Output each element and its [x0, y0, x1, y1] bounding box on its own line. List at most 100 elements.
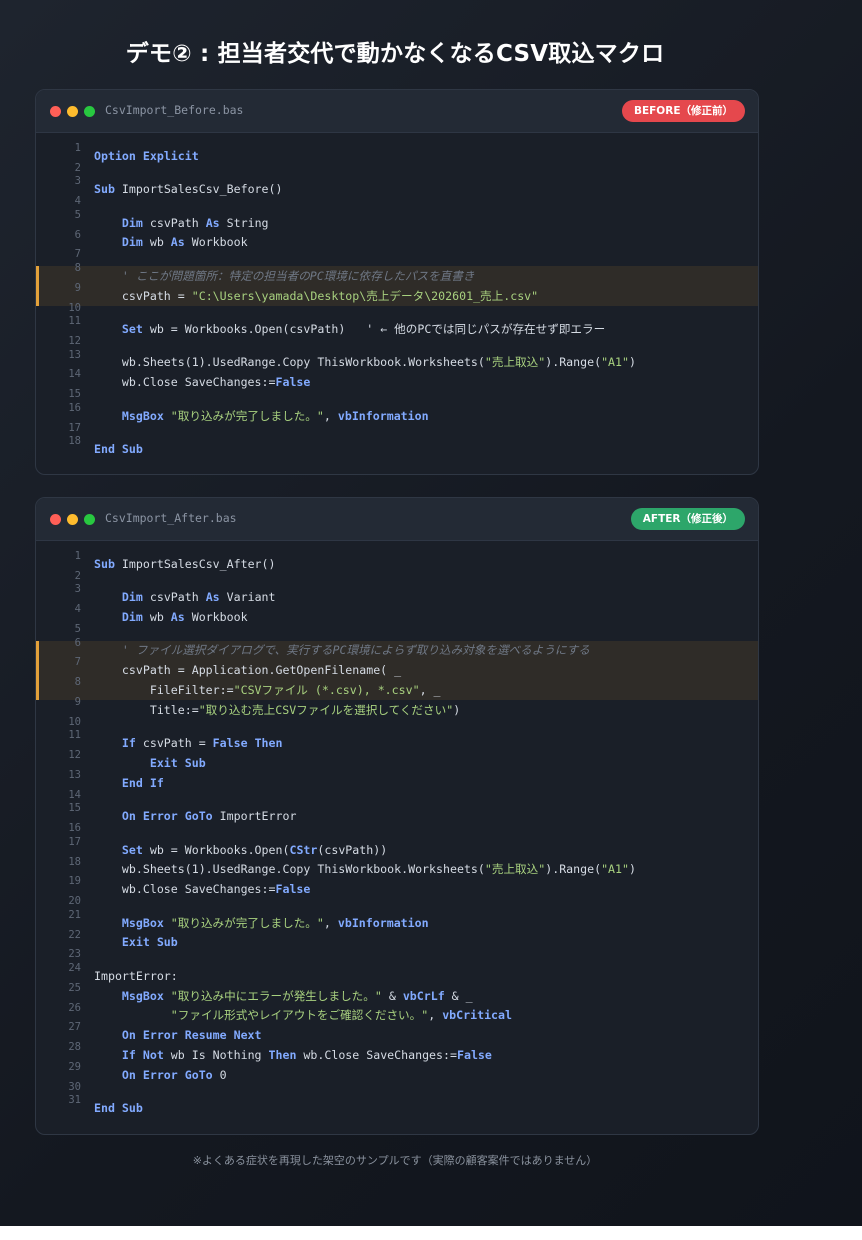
code-token: wb.Sheets(1).UsedRange.Copy ThisWorkbook… — [94, 355, 485, 370]
code-line: 2 — [36, 570, 758, 588]
keyword-token: False — [456, 1047, 492, 1062]
keyword-token: vbCrLf — [402, 988, 445, 1003]
code-token: wb — [142, 235, 171, 250]
string-token: "売上取込" — [484, 862, 546, 877]
line-number: 20 — [68, 895, 81, 908]
line-number: 29 — [68, 1060, 81, 1073]
code-token: & — [381, 988, 403, 1003]
line-number: 8 — [74, 676, 81, 689]
line-number: 31 — [68, 1094, 81, 1107]
code-text: wb.Close SaveChanges:=False — [94, 882, 310, 896]
string-token: "C:\Users\yamada\Desktop\売上データ\202601_売上… — [191, 288, 539, 303]
line-number: 4 — [74, 195, 81, 208]
code-token: ) — [629, 862, 636, 877]
line-number: 4 — [74, 603, 81, 616]
code-line: 12 — [36, 335, 758, 353]
code-text: Set wb = Workbooks.Open(CStr(csvPath)) — [94, 843, 387, 857]
line-number: 5 — [74, 208, 81, 221]
code-token: ImportError: — [94, 968, 178, 983]
keyword-token: Dim — [121, 215, 143, 230]
code-text: On Error GoTo 0 — [94, 1068, 227, 1082]
code-line: 14 — [36, 789, 758, 807]
code-line: 15 — [36, 388, 758, 406]
code-line: 5 — [36, 623, 758, 641]
line-number: 12 — [68, 749, 81, 762]
code-line: 1 Sub ImportSalesCsv_After() — [36, 550, 758, 574]
code-text: MsgBox "取り込みが完了しました。", vbInformation — [94, 915, 429, 931]
keyword-token: False — [212, 736, 248, 751]
keyword-token: Set — [121, 842, 143, 857]
line-number: 2 — [74, 161, 81, 174]
line-number: 10 — [68, 715, 81, 728]
code-text: On Error Resume Next — [94, 1028, 262, 1042]
code-token: Variant — [219, 590, 276, 605]
code-line: 2 — [36, 162, 758, 180]
before-badge: BEFORE（修正前） — [621, 100, 745, 122]
keyword-token: As — [170, 610, 185, 625]
keyword-token: Sub — [94, 182, 115, 197]
line-number: 11 — [68, 315, 81, 328]
close-dot-icon[interactable] — [50, 514, 61, 525]
after-badge: AFTER（修正後） — [630, 508, 745, 530]
keyword-token: As — [205, 215, 220, 230]
code-line: 10 — [36, 302, 758, 320]
line-number: 30 — [68, 1080, 81, 1093]
code-token: ImportSalesCsv_Before() — [114, 182, 283, 197]
code-text: End If — [94, 776, 164, 790]
keyword-token: On Error Resume Next — [121, 1028, 262, 1043]
code-line: 4 Dim wb As Workbook — [36, 603, 758, 627]
code-token: ) — [453, 702, 461, 717]
code-line: 17 Set wb = Workbooks.Open(CStr(csvPath)… — [36, 836, 758, 860]
code-line: 1 Option Explicit — [36, 142, 758, 166]
maximize-dot-icon[interactable] — [84, 106, 95, 117]
code-text: csvPath = "C:\Users\yamada\Desktop\売上データ… — [94, 288, 538, 304]
keyword-token: MsgBox — [121, 988, 164, 1003]
code-token: wb = Workbooks.Open( — [142, 842, 290, 857]
line-number: 28 — [68, 1041, 81, 1054]
code-line: 16 — [36, 822, 758, 840]
code-token: csvPath — [142, 590, 206, 605]
code-line: 16 MsgBox "取り込みが完了しました。", vbInformation — [36, 402, 758, 426]
string-token: "A1" — [601, 862, 629, 877]
minimize-dot-icon[interactable] — [67, 106, 78, 117]
code-text: MsgBox "取り込み中にエラーが発生しました。" & vbCrLf & _ — [94, 988, 473, 1004]
code-line: 18 wb.Sheets(1).UsedRange.Copy ThisWorkb… — [36, 856, 758, 880]
code-token: Workbook — [184, 235, 248, 250]
line-number: 5 — [74, 622, 81, 635]
code-token: , — [323, 915, 338, 930]
line-number: 3 — [74, 175, 81, 188]
code-line: 8 FileFilter:="CSVファイル (*.csv), *.csv", … — [36, 676, 758, 700]
code-token: (csvPath)) — [317, 842, 388, 857]
code-text: Option Explicit — [94, 149, 199, 163]
code-line: 19 wb.Close SaveChanges:=False — [36, 875, 758, 899]
minimize-dot-icon[interactable] — [67, 514, 78, 525]
code-token: ImportSalesCsv_After() — [114, 556, 276, 571]
maximize-dot-icon[interactable] — [84, 514, 95, 525]
code-line: 5 Dim csvPath As String — [36, 209, 758, 233]
code-token: ).Range( — [545, 355, 602, 370]
code-text: Dim wb As Workbook — [94, 235, 248, 249]
line-number: 17 — [68, 835, 81, 848]
code-text: wb.Sheets(1).UsedRange.Copy ThisWorkbook… — [94, 861, 636, 877]
code-line: 23 — [36, 948, 758, 966]
line-number: 1 — [74, 550, 81, 562]
window-titlebar: CsvImport_After.bas AFTER（修正後） — [36, 498, 758, 541]
window-titlebar: CsvImport_Before.bas BEFORE（修正前） — [36, 90, 758, 133]
code-token: ).Range( — [545, 862, 602, 877]
keyword-token: If Not — [121, 1047, 164, 1062]
comment-token: ' ここが問題箇所：特定の担当者のPC環境に依存したパスを直書き — [121, 268, 475, 283]
code-text: Title:="取り込む売上CSVファイルを選択してください") — [94, 702, 460, 718]
line-number: 25 — [68, 981, 81, 994]
bottom-band — [0, 1226, 862, 1240]
close-dot-icon[interactable] — [50, 106, 61, 117]
line-number: 24 — [68, 961, 81, 974]
code-text: Dim csvPath As Variant — [94, 590, 276, 604]
